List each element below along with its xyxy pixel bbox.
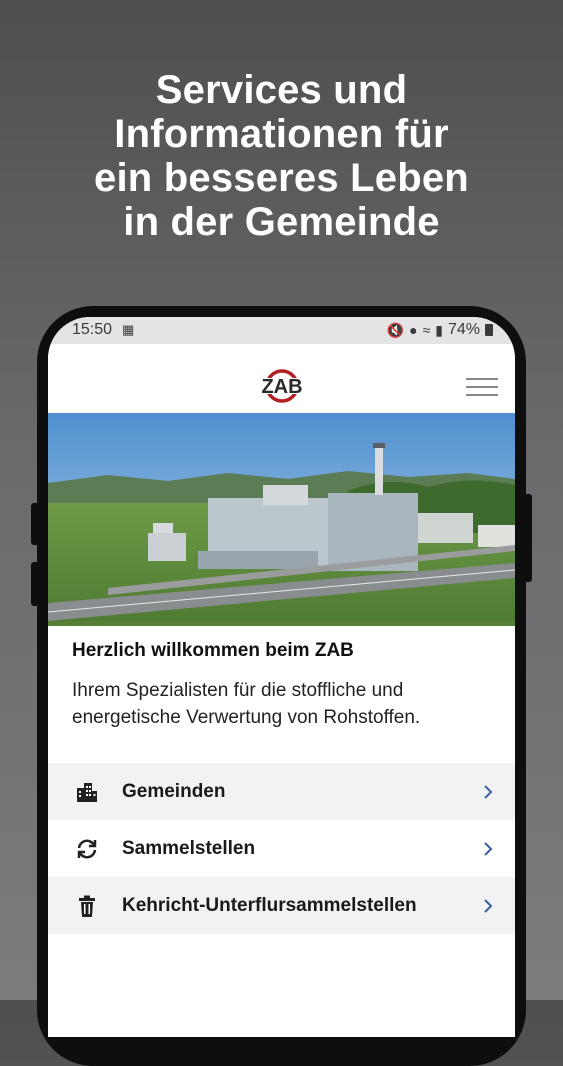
promo-headline: Services und Informationen für ein besse… (0, 68, 563, 244)
hero-image (48, 413, 515, 626)
notification-icon: ▦ (122, 322, 135, 337)
list-item-label: Kehricht-Unterflursammelstellen (122, 895, 417, 916)
mute-icon: 🔇 (386, 321, 405, 338)
logo-text: ZAB (261, 376, 302, 398)
battery-icon (485, 324, 493, 336)
status-indicators: 🔇 ● ≈ ▮ 74% (387, 321, 493, 339)
status-bar: 15:50 ▦ 🔇 ● ≈ ▮ 74% (48, 317, 515, 344)
list-item-label: Gemeinden (122, 781, 226, 802)
promo-headline-line-3: ein besseres Leben (94, 156, 469, 200)
phone-screen: 15:50 ▦ 🔇 ● ≈ ▮ 74% ZAB Herzlich willkom… (48, 317, 515, 1037)
list-item-label: Sammelstellen (122, 838, 256, 859)
navigation-list: Gemeinden Sammelstellen Kehricht-Unterfl… (48, 763, 515, 934)
list-item-sammelstellen[interactable]: Sammelstellen (48, 820, 515, 877)
signal-icon: ▮ (435, 321, 443, 338)
location-icon: ● (409, 322, 418, 338)
trash-icon (75, 894, 99, 918)
list-item-kehricht-unterflursammelstellen[interactable]: Kehricht-Unterflursammelstellen (48, 877, 515, 934)
battery-percentage: 74% (447, 321, 480, 338)
chevron-right-icon (483, 784, 493, 800)
status-time: 15:50 (72, 321, 113, 338)
chevron-right-icon (483, 841, 493, 857)
promo-headline-line-1: Services und (155, 68, 408, 112)
recycle-arrows-icon (75, 837, 99, 861)
zab-logo[interactable]: ZAB (252, 366, 312, 411)
welcome-title: Herzlich willkommen beim ZAB (72, 640, 354, 661)
list-item-gemeinden[interactable]: Gemeinden (48, 763, 515, 820)
welcome-description: Ihrem Spezialisten für die stoffliche un… (72, 680, 421, 728)
wifi-icon: ≈ (422, 322, 431, 338)
app-header: ZAB (48, 344, 515, 413)
buildings-icon (75, 780, 99, 804)
promo-headline-line-2: Informationen für (114, 112, 449, 156)
promo-headline-line-4: in der Gemeinde (123, 200, 440, 244)
hamburger-menu-icon[interactable] (466, 376, 498, 398)
chevron-right-icon (483, 898, 493, 914)
